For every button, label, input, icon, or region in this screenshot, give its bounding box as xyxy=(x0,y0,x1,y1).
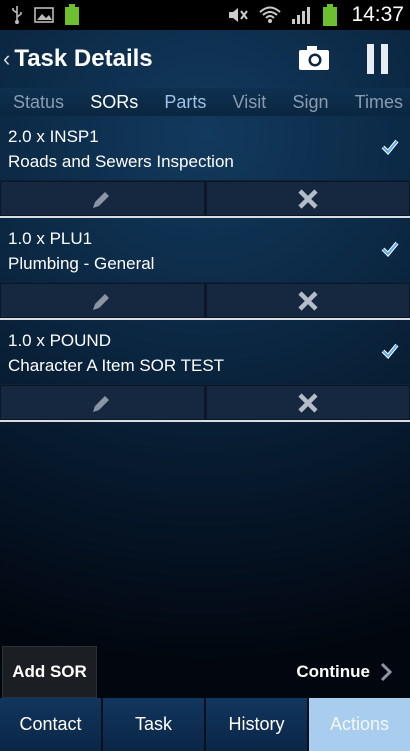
tab-sors[interactable]: SORs xyxy=(90,92,138,113)
sor-actions xyxy=(0,282,410,318)
edit-button[interactable] xyxy=(0,181,205,216)
chevron-right-icon xyxy=(380,662,392,682)
tab-bar: Status SORs Parts Visit Sign Times xyxy=(0,88,410,116)
status-bar-right: 14:37 xyxy=(227,3,404,27)
page-title: Task Details xyxy=(14,45,153,72)
usb-icon xyxy=(12,6,22,24)
sor-description: Roads and Sewers Inspection xyxy=(8,152,234,171)
nav-contact[interactable]: Contact xyxy=(0,698,103,751)
sor-item: 1.0 x POUND Character A Item SOR TEST xyxy=(0,320,410,422)
delete-button[interactable] xyxy=(204,283,410,318)
delete-button[interactable] xyxy=(204,181,410,216)
signal-icon xyxy=(292,7,311,24)
battery-app-icon xyxy=(65,4,79,25)
nav-task[interactable]: Task xyxy=(103,698,206,751)
pencil-icon xyxy=(93,191,110,208)
sor-code: 1.0 x POUND xyxy=(8,331,111,350)
continue-button[interactable]: Continue xyxy=(296,646,392,698)
back-icon[interactable]: ‹ xyxy=(3,48,10,70)
tab-visit[interactable]: Visit xyxy=(233,92,267,113)
tab-status[interactable]: Status xyxy=(13,92,64,113)
sor-description: Plumbing - General xyxy=(8,254,155,273)
checkmark-icon[interactable] xyxy=(381,342,399,360)
status-bar-left xyxy=(10,4,80,26)
sor-item: 1.0 x PLU1 Plumbing - General xyxy=(0,218,410,320)
sor-code: 1.0 x PLU1 xyxy=(8,229,93,248)
sor-item: 2.0 x INSP1 Roads and Sewers Inspection xyxy=(0,116,410,218)
close-icon xyxy=(298,392,318,413)
checkmark-icon[interactable] xyxy=(381,138,399,156)
sor-actions xyxy=(0,384,410,420)
edit-button[interactable] xyxy=(0,283,205,318)
continue-label: Continue xyxy=(296,662,370,681)
wifi-icon xyxy=(259,6,282,23)
header: ‹ Task Details xyxy=(0,30,410,88)
nav-history[interactable]: History xyxy=(206,698,309,751)
checkmark-icon[interactable] xyxy=(381,240,399,258)
bottom-nav: Contact Task History Actions xyxy=(0,698,410,751)
status-time: 14:37 xyxy=(351,3,404,26)
camera-icon[interactable] xyxy=(298,45,330,73)
bottom-action-bar: Add SOR Continue xyxy=(0,646,410,698)
close-icon xyxy=(298,188,318,209)
nav-actions[interactable]: Actions xyxy=(309,698,410,751)
close-icon xyxy=(298,290,318,311)
pencil-icon xyxy=(93,395,110,412)
status-bar: 14:37 xyxy=(0,0,410,30)
delete-button[interactable] xyxy=(204,385,410,420)
sor-description: Character A Item SOR TEST xyxy=(8,356,225,375)
image-icon xyxy=(34,7,54,23)
tab-parts[interactable]: Parts xyxy=(164,92,206,113)
tab-sign[interactable]: Sign xyxy=(292,92,328,113)
sor-actions xyxy=(0,180,410,216)
edit-button[interactable] xyxy=(0,385,205,420)
sor-list: 2.0 x INSP1 Roads and Sewers Inspection xyxy=(0,116,410,422)
mute-icon xyxy=(229,8,249,22)
pencil-icon xyxy=(93,293,110,310)
sor-row[interactable]: 1.0 x PLU1 Plumbing - General xyxy=(0,218,410,282)
sor-row[interactable]: 2.0 x INSP1 Roads and Sewers Inspection xyxy=(0,116,410,180)
pause-icon[interactable] xyxy=(364,42,392,76)
sor-code: 2.0 x INSP1 xyxy=(8,127,99,146)
battery-icon xyxy=(323,4,338,26)
tab-times[interactable]: Times xyxy=(355,92,403,113)
add-sor-button[interactable]: Add SOR xyxy=(2,646,97,698)
sor-row[interactable]: 1.0 x POUND Character A Item SOR TEST xyxy=(0,320,410,384)
